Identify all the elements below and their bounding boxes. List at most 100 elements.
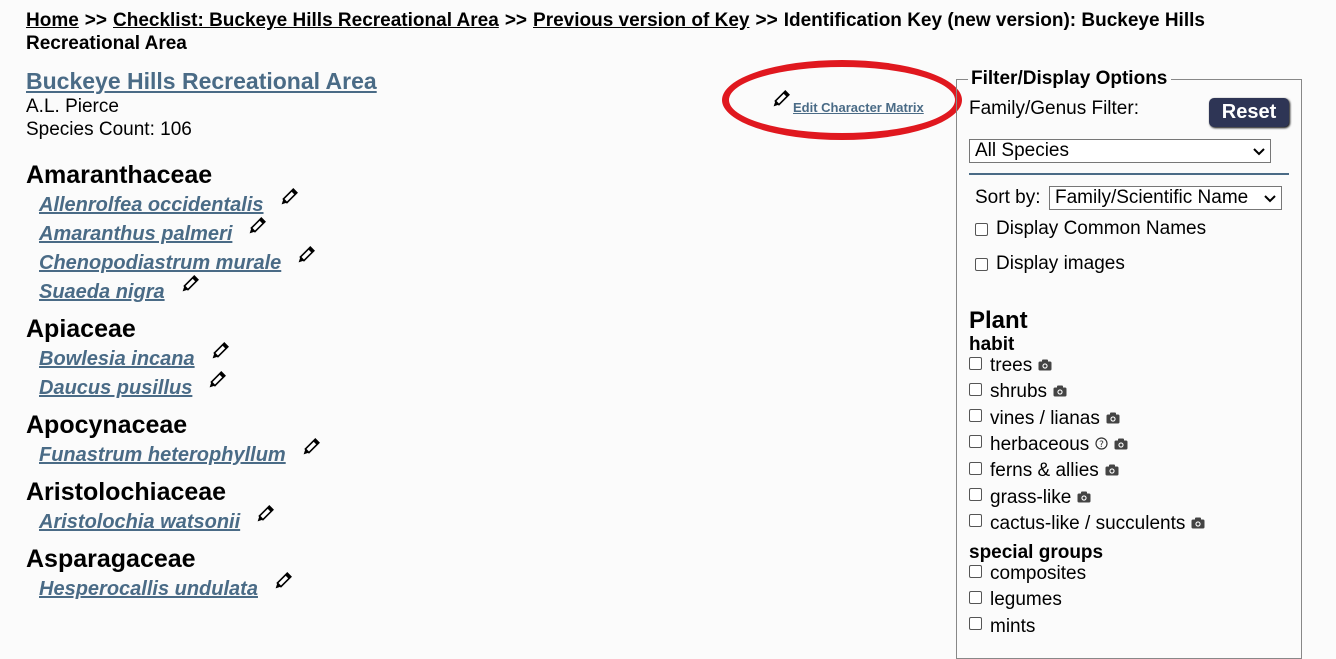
camera-icon[interactable]	[1077, 487, 1091, 509]
character-checkbox[interactable]	[969, 514, 982, 528]
character-checkbox[interactable]	[969, 617, 982, 631]
pencil-icon[interactable]	[254, 505, 275, 530]
species-link[interactable]: Bowlesia incana	[39, 348, 195, 371]
breadcrumb-previous-key-link[interactable]: Previous version of Key	[533, 10, 749, 31]
species-link[interactable]: Funastrum heterophyllum	[39, 444, 286, 467]
camera-icon[interactable]	[1106, 408, 1120, 430]
family-genus-select[interactable]: All Species	[969, 139, 1271, 163]
family-genus-filter-label: Family/Genus Filter:	[969, 98, 1139, 119]
family-heading: Amaranthaceae	[26, 161, 213, 189]
character-checkbox[interactable]	[969, 435, 982, 449]
pencil-icon[interactable]	[179, 275, 199, 300]
family-heading: Asparagaceae	[26, 545, 196, 573]
species-row: Bowlesia incana	[26, 342, 726, 374]
camera-icon[interactable]	[1191, 513, 1205, 535]
character-label: legumes	[990, 589, 1062, 611]
character-checkbox[interactable]	[969, 356, 982, 370]
character-checkbox[interactable]	[969, 488, 982, 501]
species-row: Funastrum heterophyllum	[26, 438, 726, 470]
breadcrumb-home-link[interactable]: Home	[26, 10, 79, 31]
pencil-icon[interactable]	[770, 90, 790, 115]
sort-by-label: Sort by:	[975, 187, 1041, 208]
display-images-checkbox[interactable]	[975, 257, 988, 271]
character-option[interactable]: ferns & allies	[969, 460, 1119, 482]
character-label: grass-like	[990, 486, 1072, 508]
species-link[interactable]: Allenrolfea occidentalis	[39, 194, 264, 217]
character-option[interactable]: vines / lianas	[969, 408, 1120, 430]
pencil-icon[interactable]	[278, 188, 298, 213]
character-option[interactable]: shrubs	[969, 381, 1067, 403]
display-common-names-option[interactable]: Display Common Names	[975, 218, 1206, 240]
edit-character-matrix: Edit Character Matrix	[770, 90, 924, 115]
character-checkbox[interactable]	[969, 564, 982, 578]
species-link[interactable]: Hesperocallis undulata	[39, 578, 258, 601]
reset-button[interactable]: Reset	[1209, 98, 1289, 127]
character-checkbox[interactable]	[969, 382, 982, 396]
panel-legend: Filter/Display Options	[968, 68, 1172, 90]
character-label: ferns & allies	[990, 460, 1099, 482]
species-row: Suaeda nigra	[26, 275, 726, 307]
display-images-option[interactable]: Display images	[975, 253, 1125, 275]
character-option[interactable]: herbaceous?	[969, 434, 1128, 456]
special-groups-heading: special groups	[969, 542, 1104, 563]
species-list: Amaranthaceae Allenrolfea occidentalis Ama…	[26, 160, 726, 604]
family-genus-select-value: All Species	[975, 140, 1069, 161]
species-row: Allenrolfea occidentalis	[26, 188, 726, 220]
chevron-down-icon	[1253, 140, 1265, 162]
species-link[interactable]: Aristolochia watsonii	[39, 511, 240, 534]
panel-divider	[969, 173, 1289, 175]
author-name: A.L. Pierce	[26, 96, 119, 117]
character-option[interactable]: legumes	[969, 589, 1062, 611]
pencil-icon[interactable]	[209, 342, 229, 367]
species-count: Species Count: 106	[26, 119, 192, 140]
species-link[interactable]: Suaeda nigra	[39, 281, 165, 304]
display-common-names-checkbox[interactable]	[975, 222, 988, 236]
edit-character-matrix-link[interactable]: Edit Character Matrix	[793, 100, 924, 115]
character-option[interactable]: cactus-like / succulents	[969, 513, 1205, 535]
display-images-label: Display images	[996, 253, 1125, 274]
camera-icon[interactable]	[1114, 434, 1128, 456]
camera-icon[interactable]	[1053, 381, 1067, 403]
pencil-icon[interactable]	[295, 246, 316, 271]
sort-by-select-value: Family/Scientific Name	[1055, 187, 1249, 208]
character-checkbox[interactable]	[969, 461, 982, 475]
breadcrumb: Home >> Checklist: Buckeye Hills Recreatio…	[26, 9, 1296, 55]
species-row: Hesperocallis undulata	[26, 572, 726, 604]
display-common-names-label: Display Common Names	[996, 218, 1207, 239]
chevron-down-icon	[1264, 187, 1276, 209]
character-option[interactable]: composites	[969, 563, 1086, 585]
help-icon[interactable]: ?	[1095, 434, 1108, 456]
breadcrumb-separator: >>	[755, 10, 778, 31]
pencil-icon[interactable]	[206, 371, 227, 396]
character-label: cactus-like / succulents	[990, 512, 1186, 534]
family-heading: Apocynaceae	[26, 411, 188, 439]
svg-text:?: ?	[1099, 440, 1104, 450]
habit-heading: habit	[969, 334, 1015, 355]
species-link[interactable]: Daucus pusillus	[39, 377, 192, 400]
breadcrumb-separator: >>	[504, 10, 528, 31]
species-link[interactable]: Amaranthus palmeri	[39, 223, 232, 246]
character-option[interactable]: grass-like	[969, 487, 1091, 509]
character-checkbox[interactable]	[969, 409, 982, 423]
character-label: composites	[990, 563, 1087, 584]
character-label: mints	[990, 615, 1036, 637]
species-row: Amaranthus palmeri	[26, 217, 726, 249]
character-label: shrubs	[990, 381, 1048, 403]
species-row: Chenopodiastrum murale	[26, 246, 726, 278]
character-checkbox[interactable]	[969, 590, 982, 604]
species-row: Aristolochia watsonii	[26, 505, 726, 537]
breadcrumb-checklist-link[interactable]: Checklist: Buckeye Hills Recreational Ar…	[113, 10, 499, 31]
sort-by-select[interactable]: Family/Scientific Name	[1049, 186, 1282, 210]
character-label: trees	[990, 355, 1033, 376]
camera-icon[interactable]	[1105, 460, 1119, 482]
species-link[interactable]: Chenopodiastrum murale	[39, 252, 281, 275]
pencil-icon[interactable]	[272, 572, 292, 597]
character-option[interactable]: trees	[969, 355, 1052, 377]
camera-icon[interactable]	[1038, 355, 1052, 377]
page-title-link[interactable]: Buckeye Hills Recreational Area	[26, 68, 377, 95]
species-row: Daucus pusillus	[26, 371, 726, 403]
pencil-icon[interactable]	[246, 217, 267, 242]
pencil-icon[interactable]	[300, 438, 320, 463]
family-heading: Apiaceae	[26, 315, 136, 343]
character-option[interactable]: mints	[969, 616, 1035, 638]
